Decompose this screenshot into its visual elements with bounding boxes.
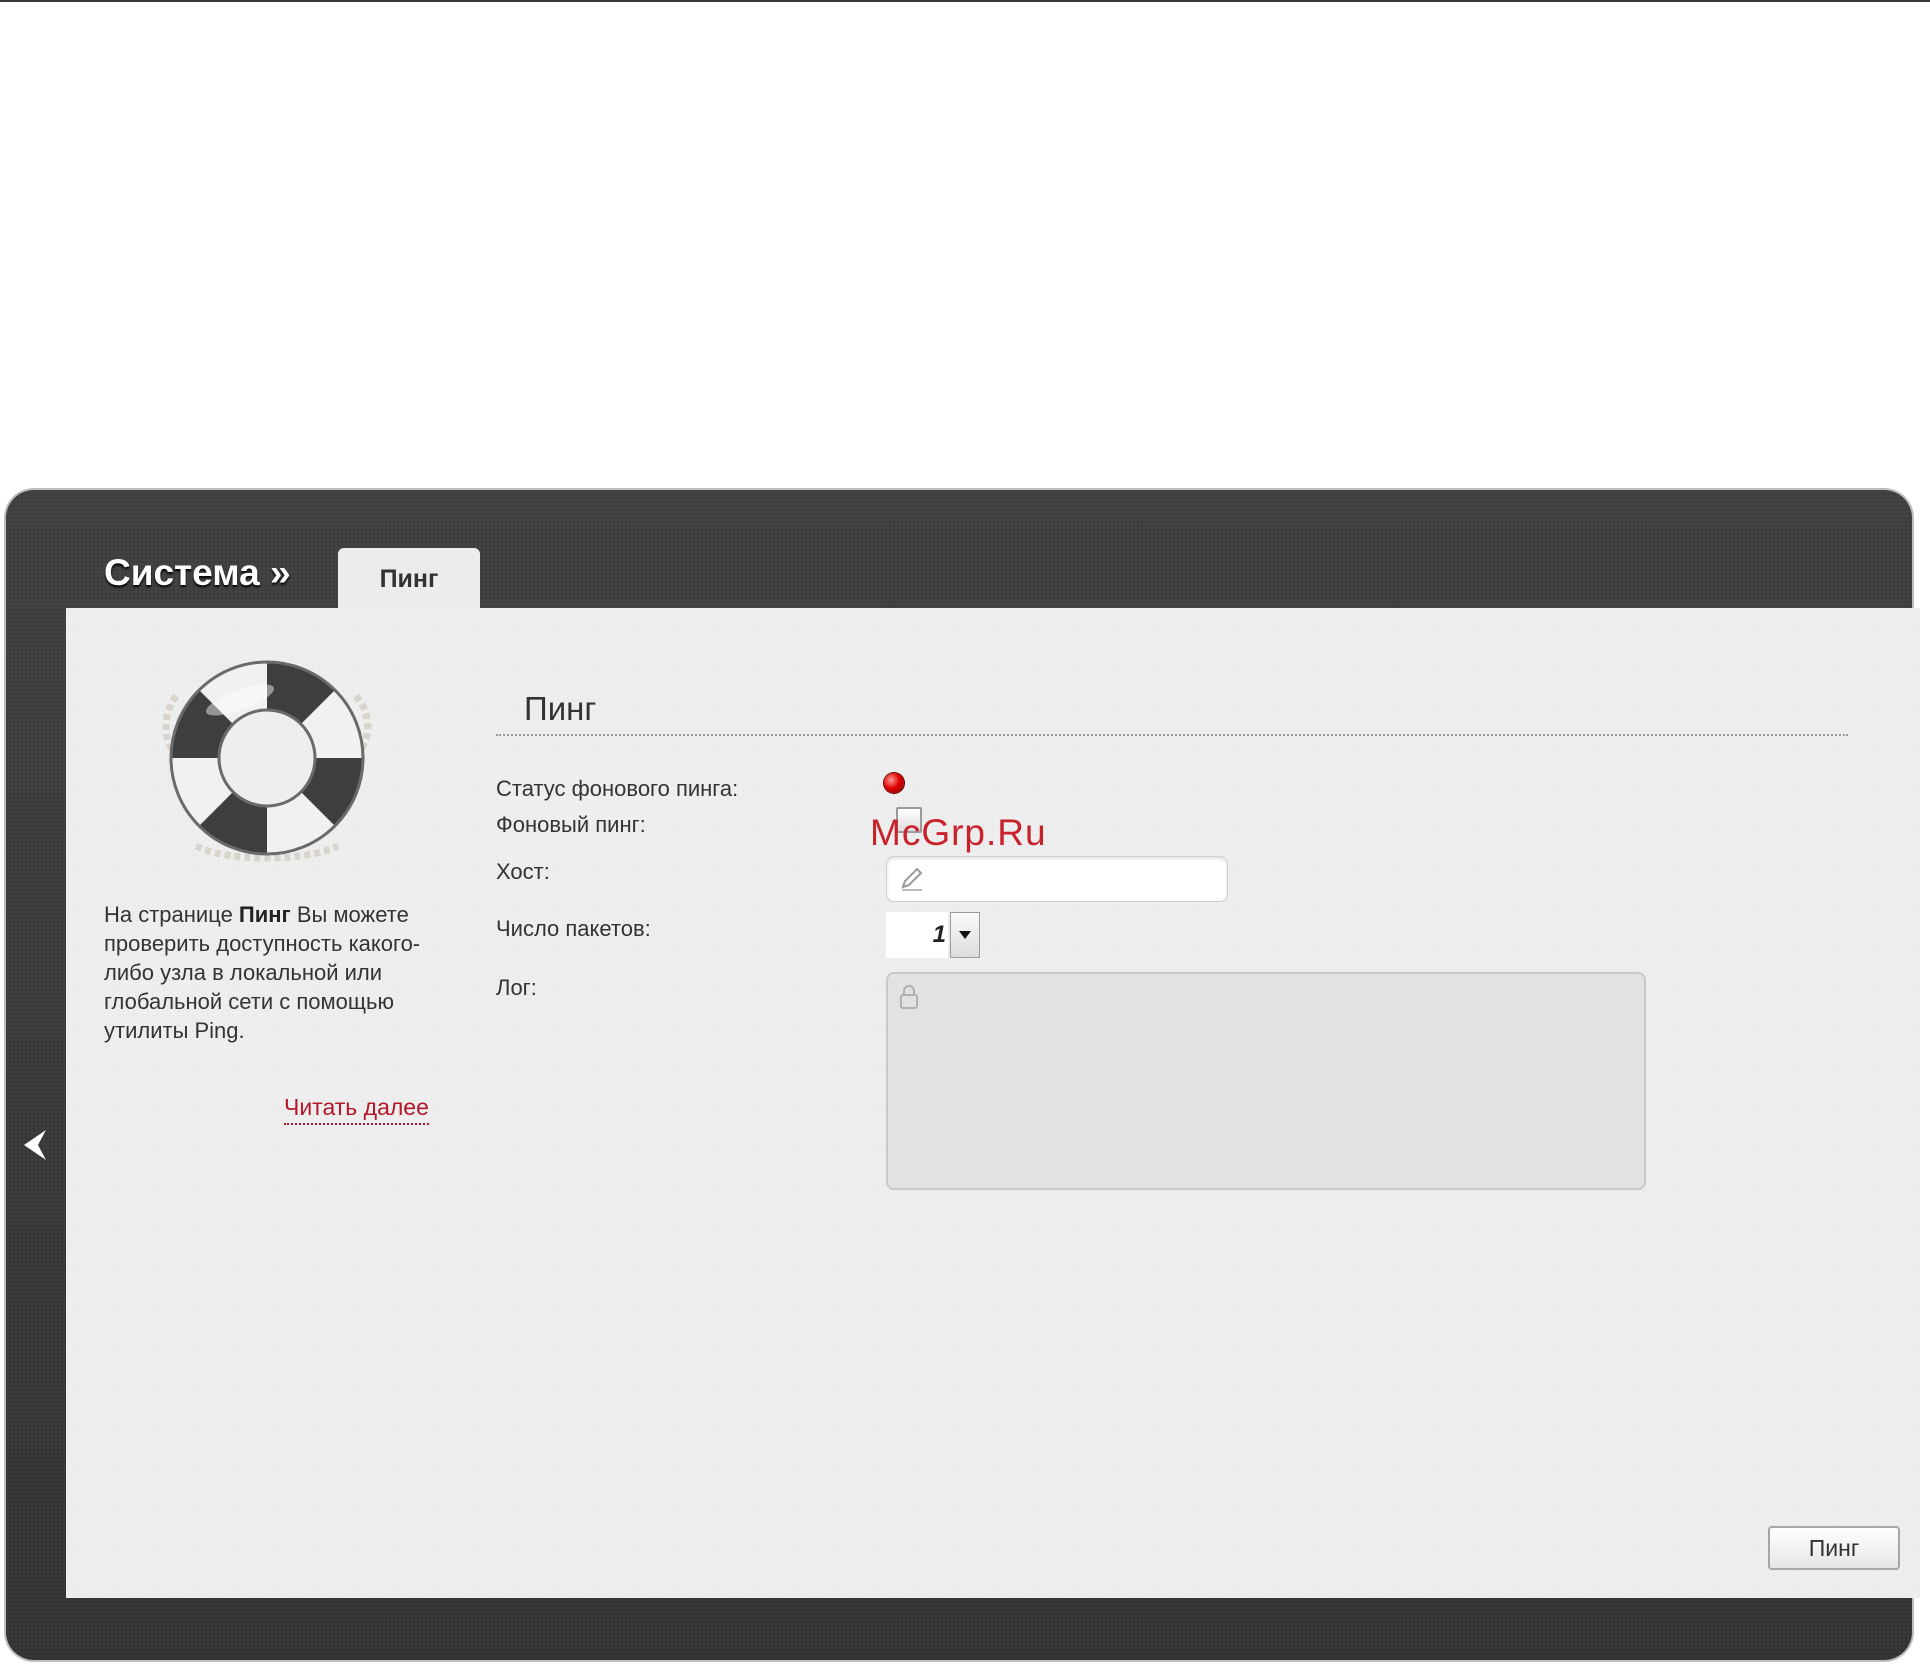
breadcrumb-section[interactable]: Система » xyxy=(104,552,291,594)
packets-label: Число пакетов: xyxy=(496,916,651,941)
help-text: На странице Пинг Вы можете проверить дос… xyxy=(104,900,444,1045)
status-label: Статус фонового пинга: xyxy=(496,776,739,801)
pencil-icon xyxy=(901,867,923,891)
packets-select[interactable]: 1 xyxy=(886,912,980,958)
watermark: McGrp.Ru xyxy=(870,812,1047,853)
packets-value: 1 xyxy=(886,912,948,958)
caret-down-icon[interactable] xyxy=(950,912,980,958)
log-textarea[interactable] xyxy=(886,972,1646,1190)
tab-ping-label: Пинг xyxy=(379,564,439,593)
title-divider xyxy=(496,734,1848,736)
host-field[interactable] xyxy=(886,856,1228,902)
help-text-bold: Пинг xyxy=(238,902,291,927)
help-text-prefix: На странице xyxy=(104,902,239,927)
form-title: Пинг xyxy=(524,690,597,727)
read-more-link[interactable]: Читать далее xyxy=(284,1094,429,1125)
background-ping-label: Фоновый пинг: xyxy=(496,812,646,837)
lifebuoy-icon xyxy=(156,656,378,866)
host-input[interactable] xyxy=(931,863,1215,895)
top-rule xyxy=(0,0,1930,2)
lock-icon xyxy=(900,985,918,1009)
back-chevron-left-icon[interactable] xyxy=(18,1128,52,1162)
ping-button[interactable]: Пинг xyxy=(1768,1526,1900,1570)
log-label: Лог: xyxy=(496,975,537,1000)
status-indicator-icon xyxy=(884,773,904,793)
tab-ping[interactable]: Пинг xyxy=(338,548,480,610)
host-label: Хост: xyxy=(496,859,550,884)
